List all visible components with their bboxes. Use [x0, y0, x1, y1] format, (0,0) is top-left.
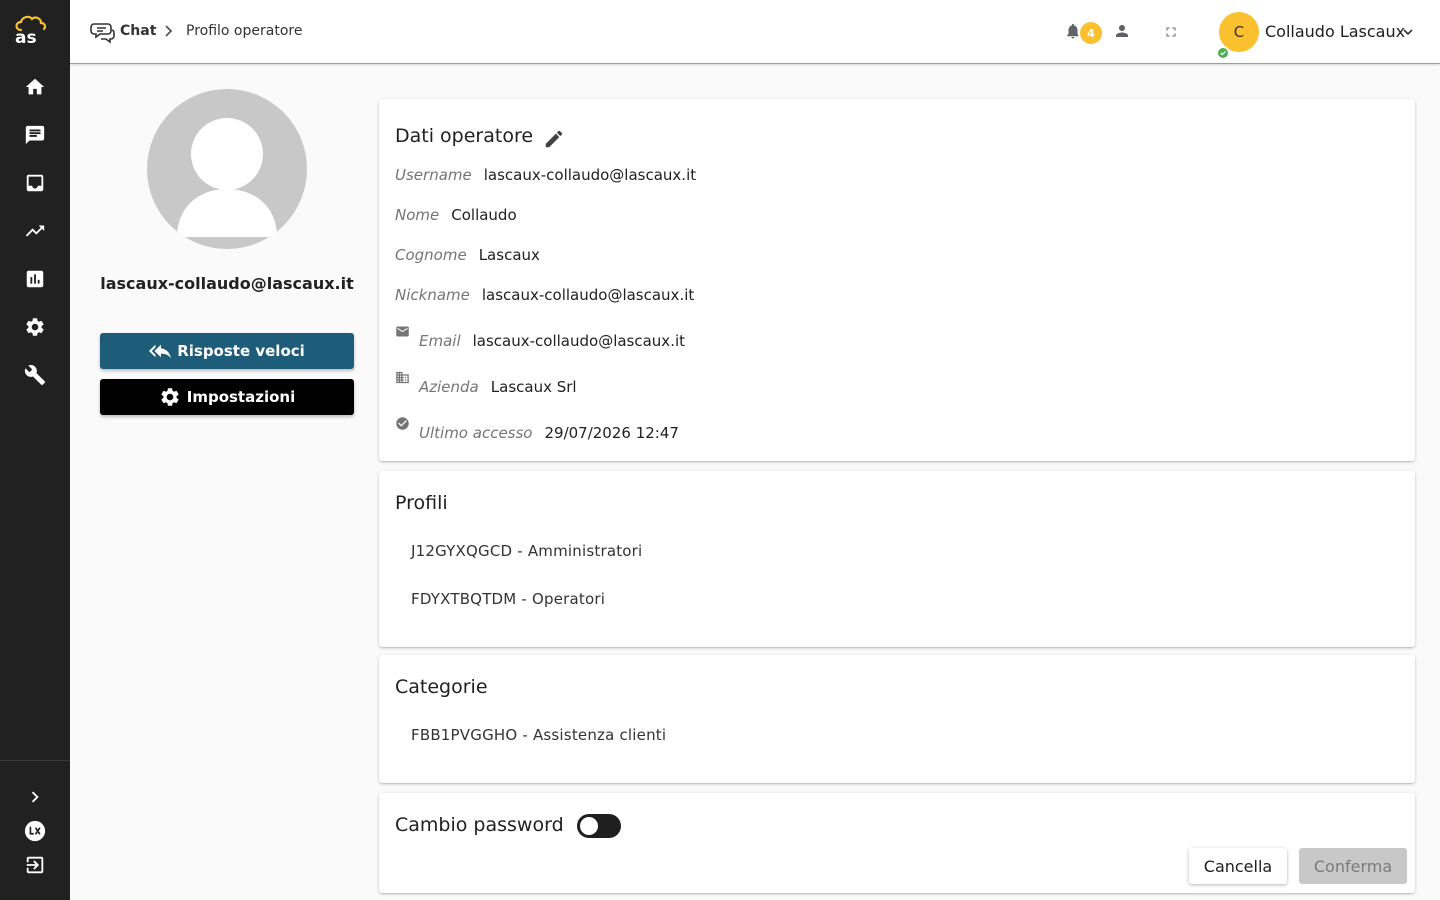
list-item: J12GYXQGCD - Amministratori [411, 542, 643, 560]
home-icon [25, 78, 45, 95]
lascaux-logo-icon [24, 820, 46, 842]
notification-badge[interactable]: 4 [1080, 22, 1102, 44]
settings-label: Impostazioni [186, 388, 296, 406]
chat-bubbles-icon [90, 23, 115, 44]
user-name[interactable]: Collaudo Lascaux [1265, 22, 1405, 41]
field-nome: Nome Collaudo [395, 206, 517, 224]
quick-replies-button[interactable]: Risposte veloci [100, 333, 354, 369]
reply-all-icon [149, 344, 172, 359]
profile-avatar [147, 89, 307, 249]
svg-text:as: as [15, 28, 37, 46]
field-label: Cognome [395, 246, 467, 264]
field-label: Email [419, 332, 461, 350]
breadcrumb-chat[interactable]: Chat [120, 23, 156, 39]
gear-icon [26, 318, 44, 336]
sidebar-item-inbox[interactable] [23, 171, 47, 195]
field-value: Collaudo [451, 206, 517, 224]
field-label: Nome [395, 206, 440, 224]
online-status-icon [1216, 46, 1230, 60]
person-icon[interactable] [1113, 22, 1131, 40]
person-placeholder-icon [177, 118, 277, 237]
mail-icon [396, 326, 409, 337]
field-value: Lascaux Srl [490, 378, 577, 396]
top-header: Chat Profilo operatore 4 C Collaudo Lasc… [70, 0, 1440, 64]
categories-card: Categorie FBB1PVGGHO - Assistenza client… [379, 655, 1415, 783]
sidebar-lascaux[interactable] [23, 819, 47, 843]
sidebar-item-tools[interactable] [23, 363, 47, 387]
check-circle-icon [396, 417, 409, 430]
toggle-knob [580, 817, 598, 835]
list-item: FDYXTBQTDM - Operatori [411, 590, 606, 608]
field-value: lascaux-collaudo@lascaux.it [472, 332, 686, 350]
chat-icon [25, 125, 45, 145]
field-value: 29/07/2026 12:47 [544, 424, 679, 442]
wrench-icon [24, 365, 46, 386]
sidebar-expand[interactable] [23, 785, 47, 809]
app-logo-icon[interactable]: as [12, 14, 54, 46]
inbox-icon [26, 174, 44, 192]
card-title: Cambio password [395, 814, 564, 836]
chevron-right-icon [31, 791, 39, 803]
sidebar-logout[interactable] [23, 853, 47, 877]
logout-icon [26, 856, 44, 874]
field-azienda: Azienda Lascaux Srl [419, 378, 577, 396]
sidebar: as [0, 0, 70, 900]
field-cognome: Cognome Lascaux [395, 246, 540, 264]
fullscreen-icon[interactable] [1163, 24, 1179, 40]
gear-icon [161, 388, 179, 406]
cancel-button[interactable]: Cancella [1189, 848, 1287, 884]
sidebar-item-home[interactable] [23, 75, 47, 99]
settings-button[interactable]: Impostazioni [100, 379, 354, 415]
field-email: Email lascaux-collaudo@lascaux.it [419, 332, 685, 350]
field-username: Username lascaux-collaudo@lascaux.it [395, 166, 696, 184]
sidebar-item-reports[interactable] [23, 267, 47, 291]
field-label: Azienda [419, 378, 479, 396]
card-title: Dati operatore [395, 125, 534, 147]
sidebar-item-chat[interactable] [23, 123, 47, 147]
change-password-toggle[interactable] [577, 814, 621, 838]
sidebar-item-settings[interactable] [23, 315, 47, 339]
sidebar-item-trending[interactable] [23, 219, 47, 243]
field-value: lascaux-collaudo@lascaux.it [483, 166, 697, 184]
confirm-button[interactable]: Conferma [1299, 848, 1407, 884]
quick-replies-label: Risposte veloci [177, 342, 305, 360]
operator-data-card: Dati operatore Username lascaux-collaudo… [379, 99, 1415, 461]
sidebar-divider [0, 760, 70, 761]
trending-up-icon [25, 225, 45, 237]
chevron-right-icon [165, 25, 173, 37]
field-value: lascaux-collaudo@lascaux.it [481, 286, 695, 304]
field-nickname: Nickname lascaux-collaudo@lascaux.it [395, 286, 694, 304]
breadcrumb-current: Profilo operatore [186, 23, 303, 39]
profiles-card: Profili J12GYXQGCD - Amministratori FDYX… [379, 471, 1415, 647]
bar-chart-icon [26, 270, 44, 288]
field-label: Username [395, 166, 472, 184]
chevron-down-icon[interactable] [1402, 26, 1414, 38]
field-value: Lascaux [478, 246, 540, 264]
field-label: Nickname [395, 286, 470, 304]
business-icon [396, 371, 409, 384]
card-title: Categorie [395, 676, 488, 698]
field-label: Ultimo accesso [419, 424, 533, 442]
password-card: Cambio password Cancella Conferma [379, 793, 1415, 893]
list-item: FBB1PVGGHO - Assistenza clienti [411, 726, 667, 744]
edit-icon[interactable] [543, 128, 565, 150]
field-last-access: Ultimo accesso 29/07/2026 12:47 [419, 424, 679, 442]
profile-username: lascaux-collaudo@lascaux.it [100, 274, 354, 293]
card-title: Profili [395, 492, 448, 514]
